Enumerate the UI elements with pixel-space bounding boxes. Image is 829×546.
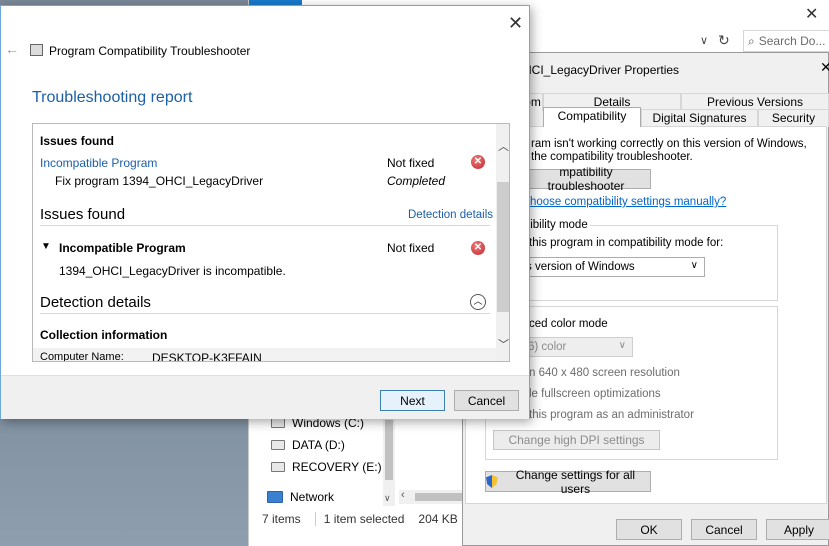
status-selected: 1 item selected xyxy=(323,512,405,526)
nav-item-label: Network xyxy=(290,490,335,504)
summary-issue-link[interactable]: Incompatible Program xyxy=(40,156,157,170)
status-item-count: 7 items xyxy=(262,512,301,526)
report-heading: Troubleshooting report xyxy=(32,89,193,106)
nav-item-label: DATA (D:) xyxy=(292,438,345,452)
scrollbar-thumb[interactable] xyxy=(497,182,509,312)
search-placeholder: Search Do... xyxy=(758,34,826,48)
apply-button[interactable]: Apply xyxy=(766,519,829,540)
compatibility-description: ram isn't working correctly on this vers… xyxy=(531,138,807,164)
summary-heading: Issues found xyxy=(40,134,115,148)
chevron-down-icon: ∨ xyxy=(690,260,698,271)
scroll-down-icon[interactable]: ∨ xyxy=(384,493,391,504)
description-line: ram isn't working correctly on this vers… xyxy=(531,138,807,150)
cancel-button[interactable]: Cancel xyxy=(691,519,757,540)
change-all-users-button[interactable]: Change settings for all users xyxy=(485,468,651,496)
properties-title: HCI_LegacyDriver Properties xyxy=(523,63,680,77)
compatibility-mode-label: tibility mode xyxy=(525,219,590,231)
description-line: the compatibility troubleshooter. xyxy=(531,151,693,163)
tab-digital-signatures[interactable]: Digital Signatures xyxy=(641,109,758,127)
detection-heading: Detection details xyxy=(40,294,151,311)
next-button[interactable]: Next xyxy=(380,390,445,411)
summary-fix-status: Completed xyxy=(387,174,446,188)
dialog-title: Program Compatibility Troubleshooter xyxy=(49,44,251,58)
nav-scrollbar[interactable]: ∨ xyxy=(383,410,395,506)
change-dpi-button[interactable]: Change high DPI settings xyxy=(493,430,660,450)
computer-name-value: DESKTOP-K3FFAIN xyxy=(152,351,262,362)
expand-triangle-icon[interactable]: ▼ xyxy=(41,241,51,252)
issue-status: Not fixed xyxy=(387,241,435,255)
search-input[interactable]: ⌕ Search Do... xyxy=(743,30,829,52)
computer-name-label: Computer Name: xyxy=(40,351,124,362)
drive-icon xyxy=(271,440,285,450)
ok-button[interactable]: OK xyxy=(616,519,682,540)
issue-title: Incompatible Program xyxy=(59,241,186,255)
report-scrollbar[interactable]: ︿ ﹀ xyxy=(496,124,509,361)
section-divider xyxy=(40,313,490,314)
drive-icon xyxy=(271,462,285,472)
summary-issue-status: Not fixed xyxy=(387,156,435,170)
status-bar: 7 items 1 item selected 204 KB xyxy=(262,512,472,526)
nav-item-label: RECOVERY (E:) xyxy=(292,460,382,474)
windows-version-select[interactable]: s version of Windows ∨ xyxy=(521,257,705,277)
dialog-footer xyxy=(1,375,529,419)
scroll-up-icon[interactable]: ︿ xyxy=(498,138,509,154)
detection-details-link[interactable]: Detection details xyxy=(408,209,493,221)
network-icon xyxy=(267,491,283,503)
report-content[interactable]: Issues found Incompatible Program Not fi… xyxy=(32,123,510,362)
collapse-icon[interactable]: ︿ xyxy=(470,294,486,310)
error-icon: ✕ xyxy=(471,241,485,255)
tab-security[interactable]: Security xyxy=(758,109,829,127)
scrollbar-thumb[interactable] xyxy=(385,420,393,480)
search-icon: ⌕ xyxy=(748,33,755,48)
select-value: s version of Windows xyxy=(526,261,635,273)
close-icon[interactable]: ✕ xyxy=(805,4,818,24)
run-troubleshooter-button[interactable]: mpatibility troubleshooter xyxy=(521,165,651,193)
status-separator xyxy=(314,512,316,526)
scroll-down-icon[interactable]: ﹀ xyxy=(498,336,509,352)
status-size: 204 KB xyxy=(418,512,458,526)
issues-heading: Issues found xyxy=(40,206,126,223)
collection-heading: Collection information xyxy=(40,328,168,342)
troubleshooter-dialog: ✕ ← Program Compatibility Troubleshooter… xyxy=(0,5,530,419)
section-divider xyxy=(40,225,490,226)
color-mode-select[interactable]: 6) color ∨ xyxy=(523,337,633,357)
close-icon[interactable]: ✕ xyxy=(508,13,523,34)
resolution-checkbox[interactable]: n 640 x 480 screen resolution xyxy=(529,367,680,379)
tab-compatibility[interactable]: Compatibility xyxy=(543,107,641,127)
compatibility-mode-checkbox[interactable]: this program in compatibility mode for: xyxy=(529,237,723,249)
fullscreen-optimizations-checkbox[interactable]: le fullscreen optimizations xyxy=(529,388,661,400)
close-icon[interactable]: ✕ xyxy=(820,59,829,76)
chevron-down-icon: ∨ xyxy=(618,340,626,351)
scroll-left-icon[interactable]: ‹ xyxy=(401,489,405,501)
shield-icon xyxy=(486,475,498,488)
troubleshooter-app-icon xyxy=(30,44,43,56)
reduced-color-checkbox[interactable]: ced color mode xyxy=(529,318,608,330)
refresh-icon[interactable]: ↻ xyxy=(718,32,730,49)
chevron-down-icon[interactable]: ∨ xyxy=(700,34,708,47)
summary-fix: Fix program 1394_OHCI_LegacyDriver xyxy=(55,174,264,188)
run-as-admin-checkbox[interactable]: this program as an administrator xyxy=(529,409,694,421)
cancel-button[interactable]: Cancel xyxy=(454,390,519,411)
issue-description: 1394_OHCI_LegacyDriver is incompatible. xyxy=(59,264,286,278)
drive-icon xyxy=(271,418,285,428)
button-label: Change settings for all users xyxy=(515,467,636,496)
error-icon: ✕ xyxy=(471,155,485,169)
select-value: 6) color xyxy=(528,341,567,353)
manual-settings-link[interactable]: hoose compatibility settings manually? xyxy=(530,196,726,208)
back-arrow-icon[interactable]: ← xyxy=(5,41,19,57)
